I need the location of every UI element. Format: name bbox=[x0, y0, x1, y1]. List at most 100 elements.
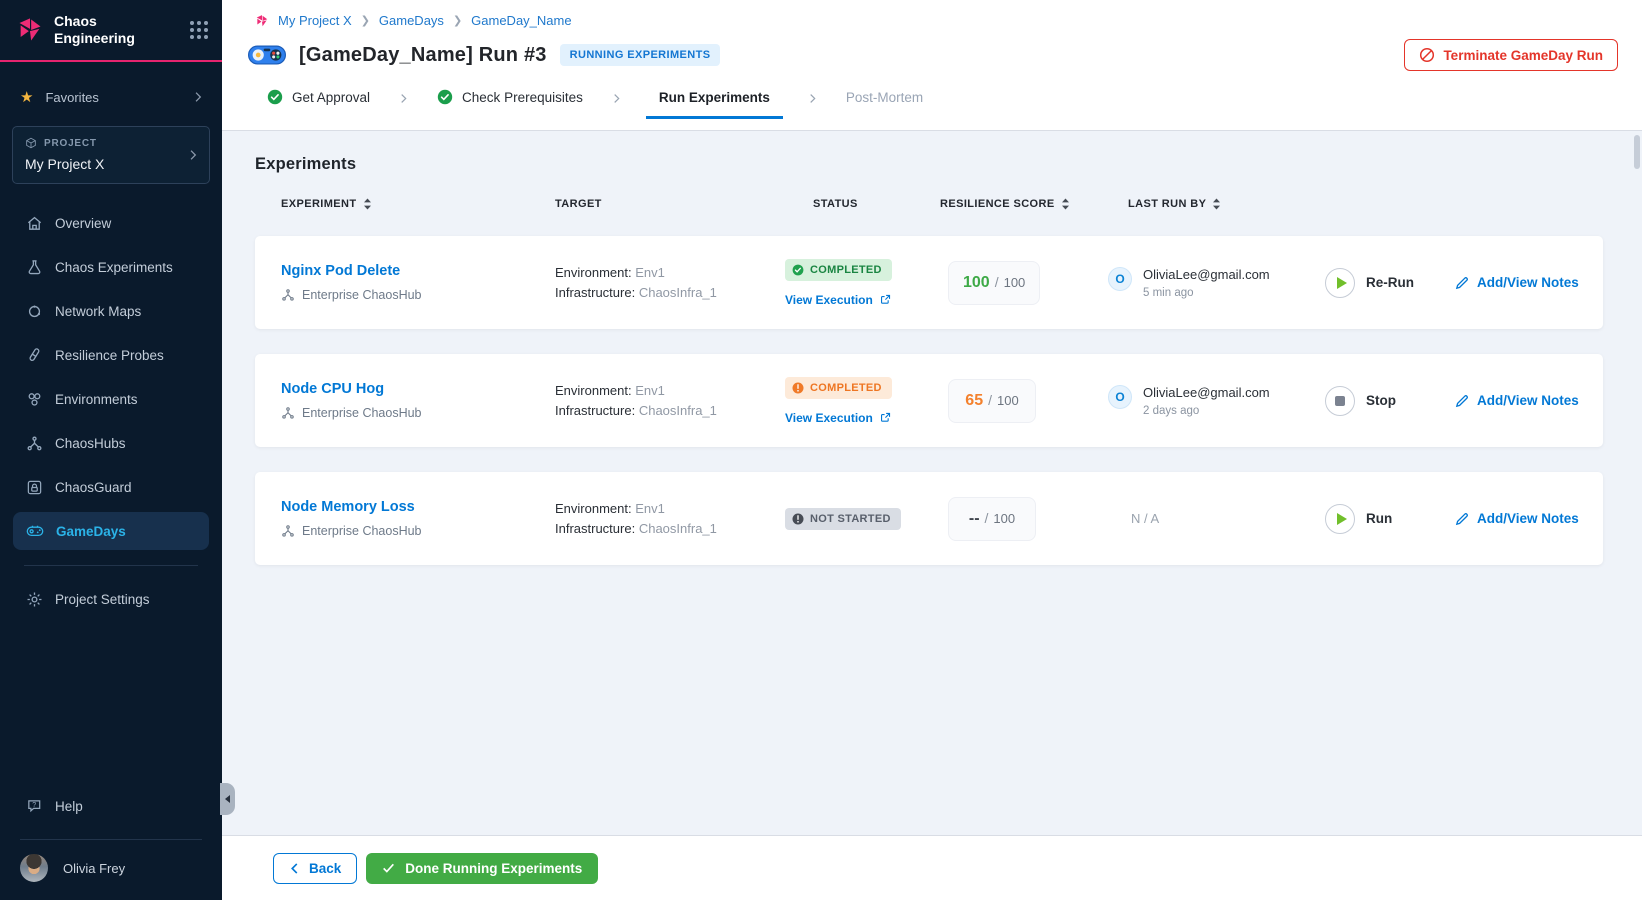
favorites-label: Favorites bbox=[45, 89, 99, 105]
hub-name: Enterprise ChaosHub bbox=[302, 406, 422, 420]
cube-icon bbox=[25, 137, 37, 149]
breadcrumb: My Project X ❯ GameDays ❯ GameDay_Name bbox=[255, 13, 1618, 28]
experiments-section: Experiments EXPERIMENT TARGET STATUS RES… bbox=[222, 131, 1642, 835]
experiment-name-link[interactable]: Node Memory Loss bbox=[281, 499, 555, 515]
check-circle-icon bbox=[267, 89, 283, 105]
user-avatar bbox=[20, 854, 48, 882]
experiment-row: Node Memory Loss Enterprise ChaosHub Env… bbox=[255, 472, 1603, 565]
target-cell: Environment: Env1 Infrastructure: ChaosI… bbox=[555, 383, 717, 418]
chevron-right-icon bbox=[186, 148, 200, 162]
score-cell: -- / 100 bbox=[948, 496, 1108, 541]
svg-text:?: ? bbox=[32, 800, 36, 808]
sidebar-nav: Overview Chaos Experiments Network Maps … bbox=[0, 204, 222, 550]
table-header: EXPERIMENT TARGET STATUS RESILIENCE SCOR… bbox=[255, 198, 1603, 210]
experiment-name-link[interactable]: Node CPU Hog bbox=[281, 381, 555, 397]
pen-icon bbox=[1455, 276, 1468, 289]
view-execution-link[interactable]: View Execution bbox=[785, 293, 948, 307]
environment-value: Env1 bbox=[635, 501, 665, 516]
terminate-gameday-run-button[interactable]: Terminate GameDay Run bbox=[1404, 39, 1618, 71]
external-link-icon bbox=[880, 412, 890, 422]
run-by-email: OliviaLee@gmail.com bbox=[1143, 384, 1270, 400]
sidebar-item-overview[interactable]: Overview bbox=[13, 204, 209, 242]
breadcrumb-project[interactable]: My Project X bbox=[278, 13, 352, 28]
sort-icon[interactable] bbox=[1212, 198, 1221, 210]
sidebar-item-chaoshubs[interactable]: ChaosHubs bbox=[13, 424, 209, 462]
column-experiment: EXPERIMENT bbox=[281, 198, 555, 210]
status-pill: NOT STARTED bbox=[785, 507, 901, 530]
check-circle-icon bbox=[437, 89, 453, 105]
column-status: STATUS bbox=[813, 198, 858, 210]
avatar: O bbox=[1108, 266, 1132, 291]
resilience-score-box: -- / 100 bbox=[948, 496, 1036, 541]
done-running-experiments-button[interactable]: Done Running Experiments bbox=[366, 852, 599, 884]
chevron-right-icon: ❯ bbox=[452, 15, 463, 27]
chaos-mini-logo-icon bbox=[255, 14, 269, 28]
warning-circle-icon bbox=[792, 382, 804, 393]
add-view-notes-link[interactable]: Add/View Notes bbox=[1455, 275, 1603, 290]
sidebar-item-project-settings[interactable]: Project Settings bbox=[13, 580, 209, 618]
chevron-right-icon bbox=[806, 92, 819, 105]
status-badge: RUNNING EXPERIMENTS bbox=[559, 44, 721, 66]
section-heading: Experiments bbox=[255, 155, 357, 173]
breadcrumb-gameday-name[interactable]: GameDay_Name bbox=[471, 13, 571, 28]
target-cell: Environment: Env1 Infrastructure: ChaosI… bbox=[555, 501, 717, 536]
experiment-name-link[interactable]: Nginx Pod Delete bbox=[281, 263, 555, 279]
experiment-cell: Node CPU Hog Enterprise ChaosHub bbox=[281, 381, 555, 420]
check-icon bbox=[383, 863, 395, 873]
run-button[interactable] bbox=[1325, 503, 1355, 534]
prohibit-icon bbox=[1419, 47, 1435, 63]
user-name: Olivia Frey bbox=[63, 860, 126, 876]
play-icon bbox=[1336, 276, 1347, 289]
infrastructure-value: ChaosInfra_1 bbox=[638, 520, 717, 536]
step-get-approval[interactable]: Get Approval bbox=[263, 89, 374, 119]
stop-button[interactable] bbox=[1325, 385, 1355, 416]
flask-icon bbox=[28, 259, 41, 274]
sidebar-item-help[interactable]: ? Help bbox=[13, 787, 209, 825]
sort-icon[interactable] bbox=[1061, 198, 1070, 210]
project-selector[interactable]: PROJECT My Project X bbox=[12, 126, 210, 184]
run-stepper: Get Approval Check Prerequisites Run Exp… bbox=[263, 86, 1618, 119]
pen-icon bbox=[1455, 512, 1468, 525]
breadcrumb-gamedays[interactable]: GameDays bbox=[379, 13, 444, 28]
chevron-right-icon bbox=[191, 90, 205, 104]
sidebar-item-environments[interactable]: Environments bbox=[13, 380, 209, 418]
step-check-prerequisites[interactable]: Check Prerequisites bbox=[433, 89, 587, 119]
sidebar-item-favorites[interactable]: ★ Favorites bbox=[0, 86, 222, 108]
add-view-notes-link[interactable]: Add/View Notes bbox=[1455, 393, 1603, 408]
experiment-cell: Nginx Pod Delete Enterprise ChaosHub bbox=[281, 263, 555, 302]
chevron-right-icon: ❯ bbox=[360, 15, 370, 27]
scrollbar-thumb[interactable] bbox=[1634, 135, 1640, 169]
status-pill: COMPLETED bbox=[785, 376, 892, 399]
view-execution-link[interactable]: View Execution bbox=[785, 411, 948, 425]
action-cell: Run bbox=[1325, 503, 1455, 534]
sidebar-item-chaosguard[interactable]: ChaosGuard bbox=[13, 468, 209, 506]
sidebar-item-gamedays[interactable]: GameDays bbox=[13, 512, 209, 550]
module-grid-icon[interactable] bbox=[190, 21, 208, 39]
sidebar-item-chaos-experiments[interactable]: Chaos Experiments bbox=[13, 248, 209, 286]
network-map-icon bbox=[28, 304, 41, 317]
project-label: PROJECT bbox=[44, 137, 97, 149]
gamepad-title-icon bbox=[248, 43, 286, 67]
last-run-by-cell: O OliviaLee@gmail.com 5 min ago bbox=[1108, 266, 1325, 299]
back-button[interactable]: Back bbox=[273, 852, 358, 884]
help-chat-icon: ? bbox=[28, 799, 41, 812]
sidebar-item-resilience-probes[interactable]: Resilience Probes bbox=[13, 336, 209, 374]
sidebar-collapse-handle[interactable] bbox=[220, 783, 235, 815]
gear-icon bbox=[27, 592, 42, 606]
page-header: My Project X ❯ GameDays ❯ GameDay_Name [… bbox=[222, 0, 1642, 131]
status-cell: NOT STARTED bbox=[785, 507, 948, 530]
sort-icon[interactable] bbox=[363, 198, 372, 210]
step-post-mortem[interactable]: Post-Mortem bbox=[842, 90, 927, 119]
user-profile[interactable]: Olivia Frey bbox=[0, 840, 222, 900]
sidebar-item-network-maps[interactable]: Network Maps bbox=[13, 292, 209, 330]
main-area: My Project X ❯ GameDays ❯ GameDay_Name [… bbox=[222, 0, 1642, 900]
hub-icon bbox=[282, 289, 294, 301]
rerun-button[interactable] bbox=[1325, 267, 1355, 298]
status-cell: COMPLETED View Execution bbox=[785, 376, 948, 425]
step-run-experiments[interactable]: Run Experiments bbox=[645, 90, 783, 119]
chevron-left-icon bbox=[291, 862, 298, 874]
add-view-notes-link[interactable]: Add/View Notes bbox=[1455, 511, 1603, 526]
run-time: 2 days ago bbox=[1143, 404, 1200, 417]
avatar: O bbox=[1108, 384, 1132, 409]
guard-lock-icon bbox=[27, 480, 42, 494]
